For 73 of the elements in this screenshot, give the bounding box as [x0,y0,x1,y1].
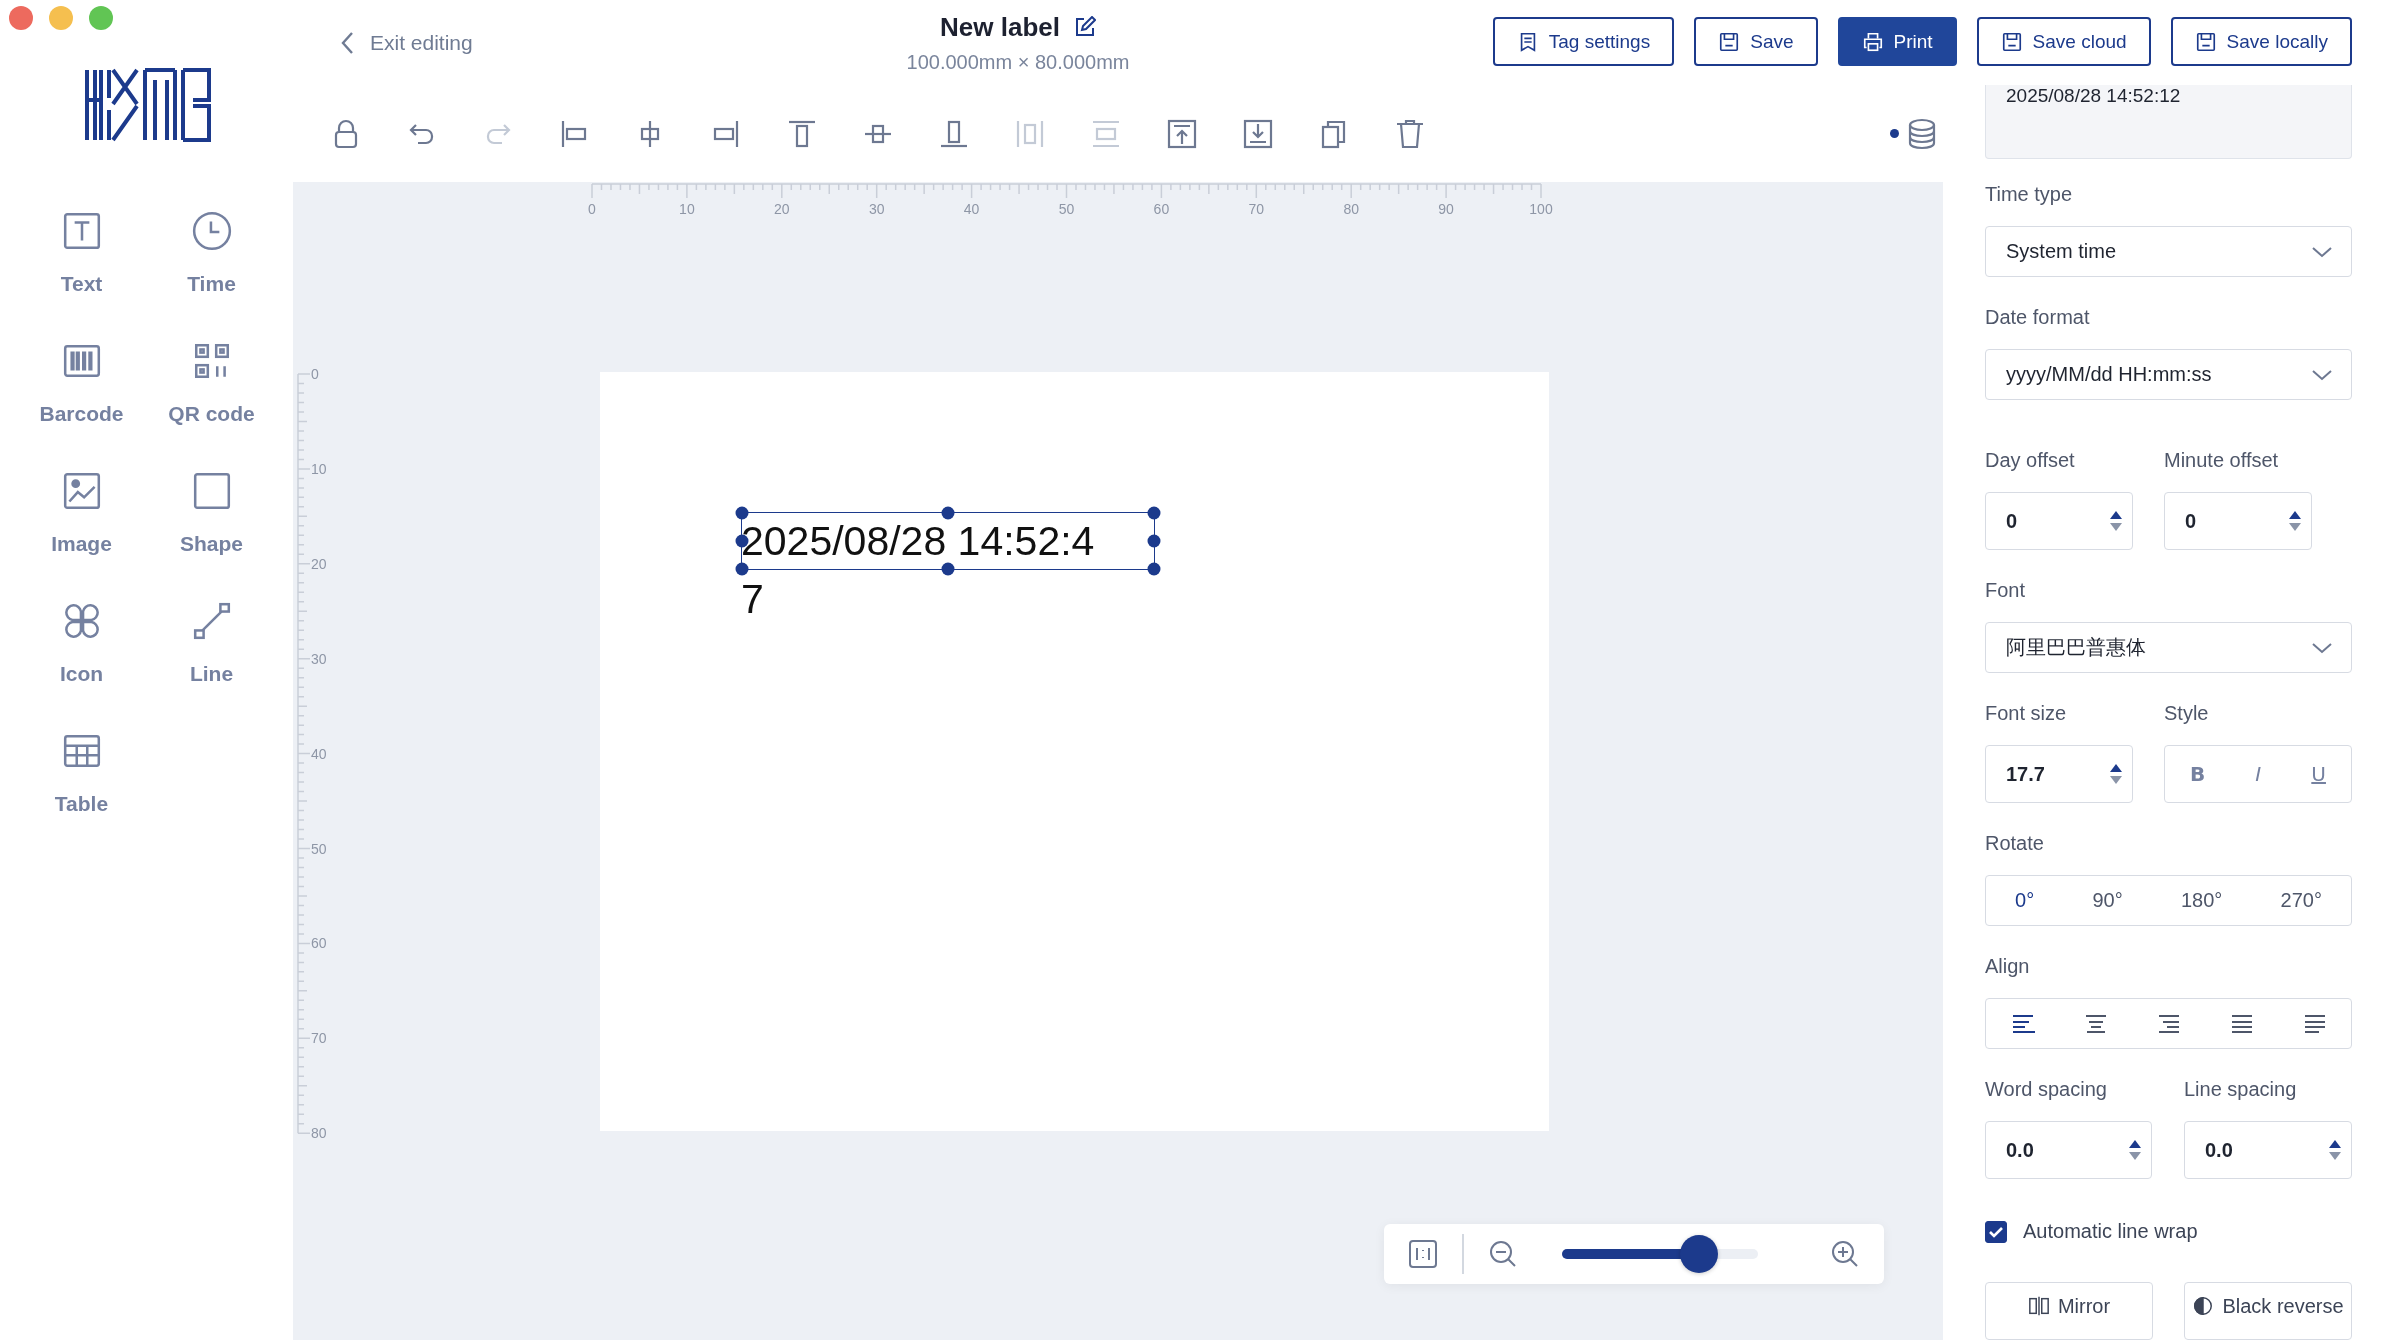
printer-icon[interactable] [1861,30,1884,53]
sidebar-tool[interactable]: QR code [146,340,277,426]
back-chevron-icon[interactable] [340,30,354,55]
number-field[interactable]: 0 [1985,492,2133,551]
field-label: Font size [1985,701,2068,726]
time-text-element[interactable]: 2025/08/28 14:52:4 7 [741,512,1095,628]
underline-button[interactable]: U [2305,758,2332,791]
rotate-option[interactable]: 90° [2086,885,2129,917]
zoom-out-icon[interactable] [1488,1239,1518,1269]
sidebar-tool[interactable]: Image [16,470,147,556]
preview-text-area[interactable]: 2025/08/28 14:52:12 [1985,85,2352,160]
exit-editing-link[interactable]: Exit editing [293,29,479,56]
field-label: Rotate [1985,831,2045,856]
field-label: Time type [1985,182,2074,207]
header-button[interactable]: Save locally [2170,17,2352,66]
resize-handle[interactable] [735,506,749,520]
font-select[interactable]: 阿里巴巴普惠体 [1985,622,2352,674]
sidebar-tool[interactable]: Line [146,600,277,686]
field-label: Word spacing [1985,1077,2108,1101]
status-dot [1890,129,1899,138]
field-label: Style [2164,701,2210,726]
slider-thumb[interactable] [1680,1235,1719,1273]
chevron-down-icon [2311,244,2333,259]
preview-text: 2025/08/28 14:52:12 [2006,85,2181,106]
header-button[interactable]: Save cloud [1976,17,2151,66]
window-close-button[interactable] [9,6,33,30]
resize-handle[interactable] [1147,506,1161,520]
italic-button[interactable]: I [2249,758,2268,791]
rotate-option[interactable]: 180° [2174,885,2229,917]
sidebar-tool[interactable]: Icon [16,600,147,686]
field-label: Date format [1985,305,2091,330]
horizontal-ruler: 0 10 20 30 40 50 60 70 80 90 100 [581,182,1571,226]
time-type-select[interactable]: System time [1985,226,2352,278]
resize-handle[interactable] [1147,562,1161,576]
mirror-icon[interactable] [2027,1295,2050,1317]
vertical-ruler: 0 10 20 30 40 50 60 70 80 [295,364,331,1144]
field-label: Align [1985,954,2031,979]
time-icon[interactable] [190,210,233,252]
resize-handle[interactable] [941,562,955,576]
header-button[interactable]: Save [1694,17,1818,66]
sidebar-tool[interactable]: Barcode [16,340,147,426]
label-title: New label [940,11,1060,43]
label-size: 100.000mm × 80.000mm [906,50,1130,74]
contrast-icon[interactable] [2192,1295,2215,1317]
sidebar-tool[interactable]: Shape [146,470,277,556]
number-field[interactable]: 0 [2164,492,2312,551]
sidebar-tool[interactable]: Time [146,210,277,296]
number-field[interactable]: 0.0 [1985,1121,2152,1179]
resize-handle[interactable] [941,506,955,520]
date-format-select[interactable]: yyyy/MM/dd HH:mm:ss [1985,349,2352,401]
chevron-down-icon [2311,640,2333,655]
field-label: Line spacing [2184,1077,2298,1101]
rotate-option[interactable]: 0° [2009,885,2041,917]
header-button[interactable]: Print [1837,17,1957,66]
rotate-option[interactable]: 270° [2274,885,2328,917]
resize-handle[interactable] [1147,534,1161,548]
sidebar-tool[interactable]: Table [16,730,147,816]
chevron-down-icon [2311,367,2333,382]
edit-icon[interactable] [1073,16,1096,38]
bold-button[interactable]: B [2184,758,2212,791]
header-button[interactable]: Tag settings [1492,17,1675,66]
sidebar-tool[interactable]: Text [16,210,147,296]
field-label: Minute offset [2164,448,2280,473]
field-label: Day offset [1985,448,2076,473]
checkbox-label: Automatic line wrap [2023,1220,2198,1243]
number-field[interactable]: 17.7 [1985,745,2133,804]
mirror-button[interactable]: Mirror [1985,1282,2153,1340]
zoom-in-icon[interactable] [1830,1239,1860,1269]
field-label: Font [1985,578,2027,603]
number-field[interactable]: 0.0 [2184,1121,2352,1179]
actual-size-icon[interactable] [1408,1239,1438,1269]
invert-button[interactable]: Black reverse [2184,1282,2352,1340]
resize-handle[interactable] [735,562,749,576]
